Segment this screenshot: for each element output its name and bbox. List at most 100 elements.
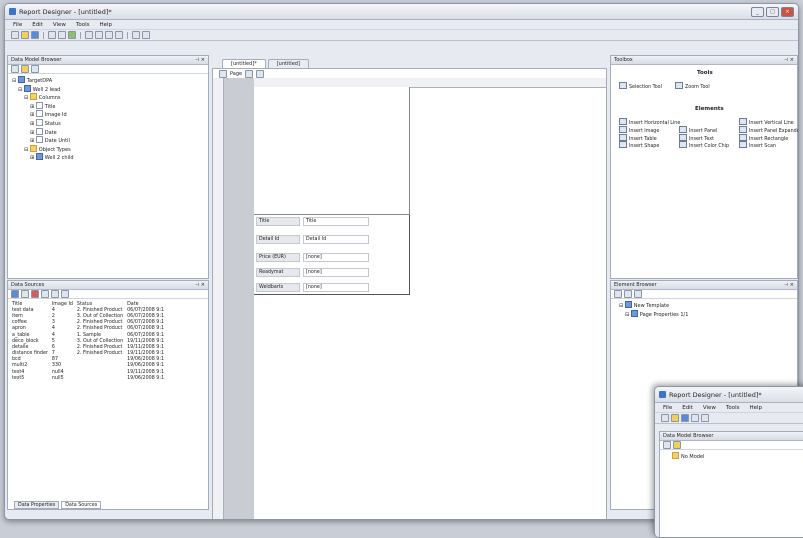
preview-icon[interactable] — [701, 414, 709, 422]
tab-data-properties[interactable]: Data Properties — [14, 501, 60, 509]
tab-untitled-active[interactable]: [untitled]* — [222, 59, 266, 68]
field-label[interactable]: Title — [256, 216, 300, 226]
paste-icon[interactable] — [105, 31, 113, 39]
field-value[interactable]: Detail Id — [303, 234, 369, 244]
column-header[interactable]: Image Id — [50, 301, 75, 307]
tab-data-sources[interactable]: Data Sources — [61, 501, 102, 509]
tree-item[interactable]: ⊟ New Template — [615, 301, 793, 310]
field-value[interactable]: Title — [303, 216, 369, 226]
inset-menu-file[interactable]: File — [663, 405, 672, 411]
table-row[interactable]: deco_block 5 3. Out of Collection 19/11/200… — [10, 338, 166, 344]
field-row[interactable]: Weldbarts [none] — [256, 282, 369, 292]
link-icon[interactable] — [61, 290, 69, 298]
report-page[interactable]: Title Title Detail Id Detail Id Price (EUR)[… — [254, 87, 410, 295]
tree-item[interactable]: ⊟ Columns — [12, 93, 204, 102]
refresh-icon[interactable] — [663, 441, 671, 449]
save-icon[interactable] — [31, 31, 39, 39]
grid-icon[interactable] — [634, 290, 642, 298]
page-next-icon[interactable] — [256, 69, 265, 78]
inset-panel-toolbar — [660, 441, 803, 450]
table-row[interactable]: test5 null5 19/06/2008 9:1 — [10, 375, 166, 381]
field-label[interactable]: Detail Id — [256, 234, 300, 244]
page-prev-icon[interactable] — [245, 69, 254, 78]
field-row[interactable]: Detail Id Detail Id — [256, 234, 369, 244]
toolbox-element[interactable]: Insert Horizontal Line — [619, 118, 680, 126]
close-button[interactable]: × — [781, 7, 794, 17]
copy-icon[interactable] — [95, 31, 103, 39]
report-designer-canvas[interactable]: Page Title Title Detail Id Detail Id Price (… — [212, 68, 607, 519]
pin-icon[interactable]: ⊣ × — [195, 56, 205, 64]
export-icon[interactable] — [68, 31, 76, 39]
open-folder-icon[interactable] — [671, 414, 679, 422]
grid-icon[interactable] — [11, 290, 19, 298]
toolbox-element[interactable]: Insert Shape — [619, 141, 659, 149]
filter-icon[interactable] — [41, 290, 49, 298]
toolbox-element[interactable]: Insert Color Chip — [679, 141, 729, 149]
add-icon[interactable] — [21, 290, 29, 298]
table-row[interactable]: distance finder 7 2. Finished Product 19/11… — [10, 351, 166, 357]
new-icon[interactable] — [661, 414, 669, 422]
tree-item[interactable]: No Model — [664, 452, 803, 461]
folder-icon[interactable] — [673, 441, 681, 449]
pin-icon[interactable]: ⊣ × — [195, 281, 205, 289]
field-row[interactable]: Price (EUR) [none] — [256, 252, 369, 262]
toolbox-element[interactable]: Insert Vertical Line — [739, 118, 794, 126]
folder-icon[interactable] — [21, 65, 29, 73]
back-icon[interactable] — [614, 290, 622, 298]
field-value[interactable]: [none] — [303, 252, 369, 262]
tree-item[interactable]: ⊟ Page Properties 1/1 — [615, 309, 793, 319]
menu-edit[interactable]: Edit — [32, 22, 43, 28]
forward-icon[interactable] — [624, 290, 632, 298]
preview-icon[interactable] — [58, 31, 66, 39]
menu-view[interactable]: View — [53, 22, 66, 28]
sort-icon[interactable] — [51, 290, 59, 298]
tab-untitled[interactable]: [untitled] — [267, 59, 309, 68]
inset-menu-view[interactable]: View — [703, 405, 716, 411]
field-value[interactable]: [none] — [303, 267, 369, 277]
save-icon[interactable] — [681, 414, 689, 422]
open-folder-icon[interactable] — [21, 31, 29, 39]
data-model-browser-header: Data Model Browser ⊣ × — [8, 56, 208, 65]
menu-file[interactable]: File — [13, 22, 22, 28]
minimize-button[interactable]: _ — [751, 7, 764, 17]
maximize-button[interactable]: □ — [766, 7, 779, 17]
selection-tool[interactable]: Selection Tool — [619, 82, 662, 90]
pin-icon[interactable]: ⊣ × — [784, 281, 794, 289]
field-value[interactable]: [none] — [303, 282, 369, 292]
tree-item[interactable]: ⊞ Date Until — [12, 136, 204, 145]
inset-menu-tools[interactable]: Tools — [726, 405, 740, 411]
field-label[interactable]: Weldbarts — [256, 282, 300, 292]
table-row[interactable]: test data 4 2. Finished Product 06/07/2008 … — [10, 307, 166, 313]
cut-icon[interactable] — [85, 31, 93, 39]
tree-item[interactable]: ⊞ Date — [12, 127, 204, 137]
tree-item[interactable]: ⊟ Well 2 lead — [12, 84, 204, 94]
delete-icon[interactable] — [115, 31, 123, 39]
tree-item[interactable]: ⊟ TargetDPA — [12, 76, 204, 85]
inset-menu-edit[interactable]: Edit — [682, 405, 693, 411]
tree-item[interactable]: ⊞ Well 2 child — [12, 153, 204, 162]
print-icon[interactable] — [691, 414, 699, 422]
toolbox-element[interactable]: Insert Scan — [739, 141, 776, 149]
menu-tools[interactable]: Tools — [76, 22, 90, 28]
properties-icon[interactable] — [31, 65, 39, 73]
zoom-icon[interactable] — [219, 69, 227, 78]
inset-menu-help[interactable]: Help — [750, 405, 763, 411]
field-label[interactable]: Readymat — [256, 267, 300, 277]
new-icon[interactable] — [11, 31, 19, 39]
tree-item[interactable]: ⊞ Title — [12, 101, 204, 111]
refresh-icon[interactable] — [11, 65, 19, 73]
field-label[interactable]: Price (EUR) — [256, 252, 300, 262]
tree-item[interactable]: ⊞ Image Id — [12, 110, 204, 119]
undo-icon[interactable] — [132, 31, 140, 39]
field-row[interactable]: Readymat [none] — [256, 267, 369, 277]
pin-icon[interactable]: ⊣ × — [784, 56, 794, 64]
remove-icon[interactable] — [31, 290, 39, 298]
print-icon[interactable] — [48, 31, 56, 39]
field-row[interactable]: Title Title — [256, 216, 369, 226]
redo-icon[interactable] — [142, 31, 150, 39]
tree-item[interactable]: ⊟ Object Types — [12, 144, 204, 154]
zoom-tool[interactable]: Zoom Tool — [675, 82, 710, 90]
tree-item[interactable]: ⊞ Status — [12, 118, 204, 128]
header-band[interactable] — [254, 87, 410, 215]
menu-help[interactable]: Help — [100, 22, 113, 28]
